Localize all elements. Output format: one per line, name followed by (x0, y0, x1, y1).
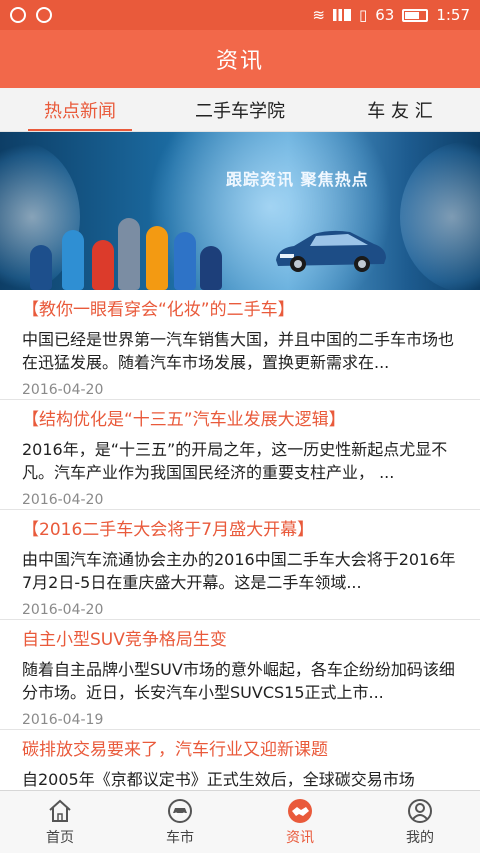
news-banner[interactable]: 跟踪资讯 聚焦热点 (0, 132, 480, 290)
nav-home[interactable]: 首页 (0, 791, 120, 853)
signal-icon (332, 9, 351, 21)
battery-level: 63 (375, 6, 395, 24)
sync-icon (10, 7, 26, 23)
news-date: 2016-04-20 (22, 602, 104, 618)
news-summary: 自2005年《京都议定书》正式生效后，全球碳交易市场 (22, 770, 415, 789)
news-summary: 随着自主品牌小型SUV市场的意外崛起，各车企纷纷加码该细分市场。近日，长安汽车小… (22, 660, 455, 702)
tab-bar: 热点新闻 二手车学院 车 友 汇 (0, 88, 480, 132)
news-item[interactable]: 【教你一眼看穿会“化妆”的二手车】 中国已经是世界第一汽车销售大国，并且中国的二… (0, 290, 480, 400)
microphone-icon (62, 230, 84, 290)
home-icon (49, 799, 71, 822)
banner-slogan: 跟踪资讯 聚焦热点 (226, 170, 369, 189)
car-icon (168, 798, 192, 823)
news-title: 碳排放交易要来了，汽车行业又迎新课题 (22, 740, 328, 760)
tab-used-car-academy[interactable]: 二手车学院 (160, 88, 320, 131)
news-item[interactable]: 碳排放交易要来了，汽车行业又迎新课题 自2005年《京都议定书》正式生效后，全球… (0, 730, 480, 792)
news-title: 【2016二手车大会将于7月盛大开幕】 (22, 520, 315, 540)
news-date: 2016-04-20 (22, 492, 104, 508)
status-bar: ≋ ▯ 63 1:57 (0, 0, 480, 30)
user-icon (408, 798, 432, 823)
nav-car-market[interactable]: 车市 (120, 791, 240, 853)
microphone-icon (174, 232, 196, 290)
news-item[interactable]: 【结构优化是“十三五”汽车业发展大逻辑】 2016年，是“十三五”的开局之年，这… (0, 400, 480, 510)
news-date: 2016-04-20 (22, 382, 104, 398)
nav-news[interactable]: 资讯 (240, 791, 360, 853)
nav-label: 我的 (406, 829, 434, 846)
news-summary: 由中国汽车流通协会主办的2016中国二手车大会将于2016年7月2日-5日在重庆… (22, 550, 456, 592)
battery-icon (402, 8, 429, 22)
nav-label: 首页 (46, 829, 74, 846)
tab-label: 车 友 汇 (367, 100, 433, 122)
tab-hot-news[interactable]: 热点新闻 (0, 88, 160, 131)
car-image (276, 230, 386, 272)
news-title: 【教你一眼看穿会“化妆”的二手车】 (22, 300, 295, 320)
news-summary: 中国已经是世界第一汽车销售大国，并且中国的二手车市场也在迅猛发展。随着汽车市场发… (22, 330, 455, 372)
nav-label: 车市 (166, 829, 194, 846)
nav-label: 资讯 (286, 829, 314, 846)
wifi-icon: ≋ (312, 6, 325, 24)
microphone-icon (118, 218, 140, 290)
news-title: 自主小型SUV竞争格局生变 (22, 630, 227, 650)
news-title: 【结构优化是“十三五”汽车业发展大逻辑】 (22, 410, 346, 430)
nav-mine[interactable]: 我的 (360, 791, 480, 853)
microphone-icon (30, 245, 52, 290)
chat-icon (36, 7, 52, 23)
handshake-icon (288, 798, 312, 823)
news-item[interactable]: 【2016二手车大会将于7月盛大开幕】 由中国汽车流通协会主办的2016中国二手… (0, 510, 480, 620)
news-date: 2016-04-19 (22, 712, 104, 728)
tab-car-friends[interactable]: 车 友 汇 (320, 88, 480, 131)
news-list: 【教你一眼看穿会“化妆”的二手车】 中国已经是世界第一汽车销售大国，并且中国的二… (0, 290, 480, 792)
page-title: 资讯 (215, 49, 264, 74)
tab-label: 二手车学院 (195, 100, 285, 122)
sim-icon: ▯ (358, 6, 368, 24)
news-summary: 2016年，是“十三五”的开局之年，这一历史性新起点尤显不凡。汽车产业作为我国国… (22, 440, 448, 482)
clock: 1:57 (436, 6, 470, 24)
microphone-icon (92, 240, 114, 290)
globe-graphic (400, 142, 480, 290)
bottom-nav: 首页 车市 资讯 我的 (0, 790, 480, 853)
microphone-icon (200, 246, 222, 290)
tab-label: 热点新闻 (44, 100, 116, 122)
app-bar: 资讯 (0, 30, 480, 88)
microphone-icon (146, 226, 168, 290)
news-item[interactable]: 自主小型SUV竞争格局生变 随着自主品牌小型SUV市场的意外崛起，各车企纷纷加码… (0, 620, 480, 730)
